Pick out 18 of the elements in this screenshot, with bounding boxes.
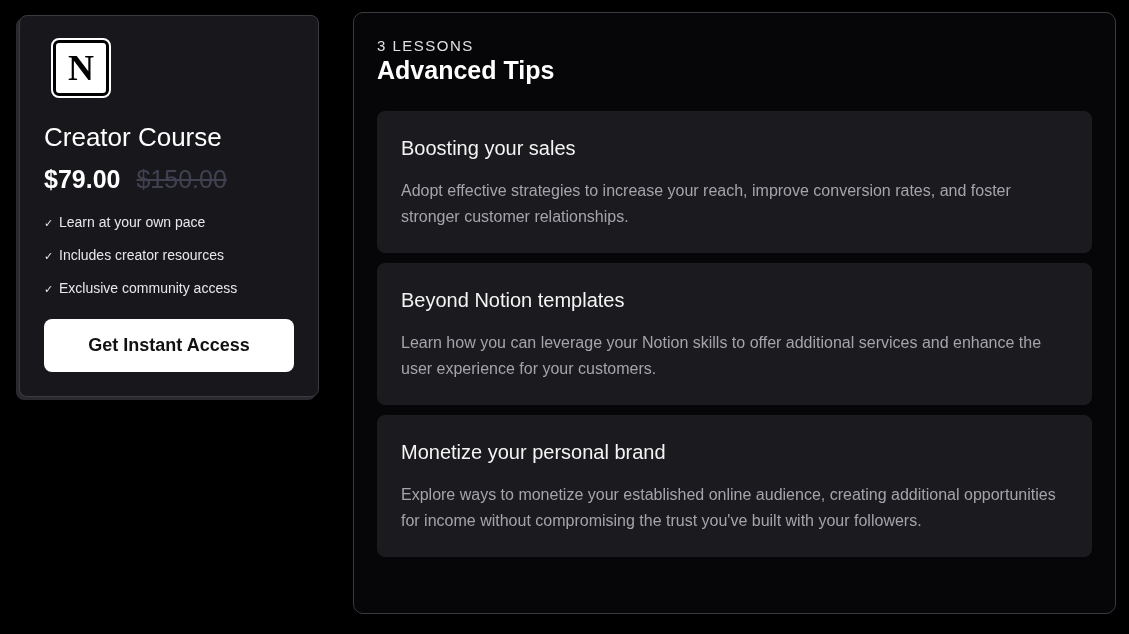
price: $79.00 bbox=[44, 165, 121, 194]
feature-text: Exclusive community access bbox=[59, 280, 238, 298]
logo-icon: N bbox=[53, 40, 109, 96]
check-icon: ✓ bbox=[44, 214, 53, 233]
lesson-title: Beyond Notion templates bbox=[401, 289, 626, 312]
lesson-description: Explore ways to monetize your established online audience, creating additional opportunities for income without compromising the trust you've built with your followers. bbox=[401, 485, 1057, 531]
lesson-description: Adopt effective strategies to increase your reach, improve conversion rates, and foster stronger customer relationships. bbox=[401, 181, 1012, 227]
check-icon: ✓ bbox=[44, 280, 53, 299]
check-icon: ✓ bbox=[44, 247, 53, 266]
feature-text: Includes creator resources bbox=[59, 247, 224, 265]
get-access-button[interactable]: Get Instant Access bbox=[44, 319, 294, 372]
section-title: Advanced Tips bbox=[377, 56, 556, 85]
feature-text: Learn at your own pace bbox=[59, 214, 206, 232]
lesson-description: Learn how you can leverage your Notion skills to offer additional services and enhance the user experience for your customers. bbox=[401, 333, 1043, 379]
lesson-title: Monetize your personal brand bbox=[401, 441, 667, 464]
lesson-title: Boosting your sales bbox=[401, 137, 577, 160]
course-title: Creator Course bbox=[44, 122, 223, 153]
lessons-count: 3 LESSONS bbox=[377, 37, 475, 54]
